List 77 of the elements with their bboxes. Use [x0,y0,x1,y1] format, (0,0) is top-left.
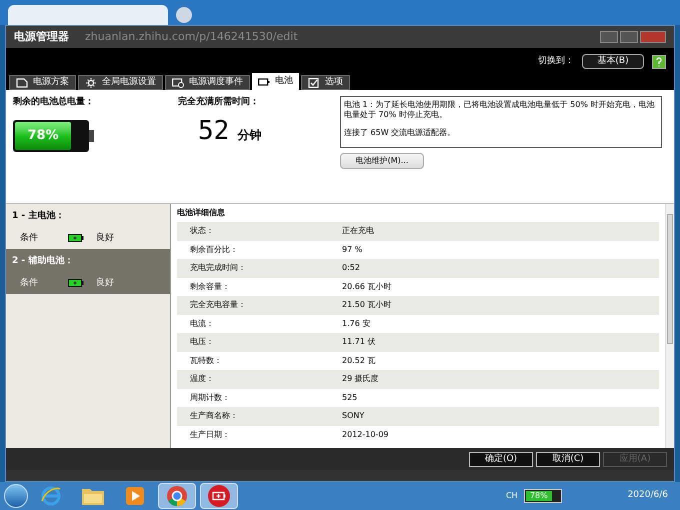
detail-value: 20.66 瓦小时 [342,280,392,293]
condition-label: 条件 [20,232,39,244]
info-text: 连接了 65W 交流电源适配器。 [344,128,456,138]
tab[interactable]: 全局电源设置 [78,75,163,90]
battery-title: 2 - 辅助电池： [12,255,74,268]
clock-screen-icon [172,78,184,88]
detail-value: SONY [342,410,364,422]
detail-value: 正在充电 [342,225,374,238]
charge-time-unit: 分钟 [237,126,262,144]
minimize-button[interactable] [600,31,618,43]
detail-label: 剩余容量： [189,280,231,293]
tab[interactable]: 电池 [252,73,299,90]
folder-icon [81,486,105,506]
chrome-icon [166,485,188,507]
battery-maintenance-button[interactable]: 电池维护(M)... [340,153,424,169]
details-title: 电池详细信息 [177,207,226,219]
battery-title: 1 - 主电池： [12,210,66,223]
charge-time-label: 完全充满所需时间： [178,96,260,109]
battery-list-item[interactable]: 1 - 主电池： 条件 良好 [6,204,170,249]
help-icon[interactable] [652,54,666,68]
detail-label: 生产日期： [189,428,231,441]
battery-icon [68,279,84,288]
language-indicator[interactable]: CH [506,490,518,502]
switch-label: 切换到： [538,54,574,68]
detail-label: 生产商名称： [189,410,239,422]
basic-mode-button[interactable]: 基本(B) [582,54,644,69]
detail-value: 97 % [342,244,362,256]
charge-time-value: 52 [198,118,230,144]
browser-e-icon [40,485,62,507]
detail-label: 电压： [189,336,215,348]
restore-button[interactable] [620,31,638,43]
scrollbar[interactable] [665,204,674,448]
detail-value: 1.76 安 [342,318,370,330]
battery-percent: 78% [28,126,59,145]
gear-icon [85,78,97,88]
detail-label: 周期计数： [189,392,231,404]
condition-label: 条件 [20,276,39,290]
tab[interactable]: 电源调度事件 [165,75,250,90]
detail-value: 525 [342,392,358,404]
tray-battery-text: 78% [530,490,548,502]
battery-app-icon [207,484,231,508]
detail-label: 瓦特数： [189,354,223,367]
remaining-label: 剩余的电池总电量： [13,96,95,109]
detail-label: 温度： [189,373,215,386]
url-text: zhuanlan.zhihu.com/p/146241530/edit [85,28,298,45]
battery-list-item[interactable]: 2 - 辅助电池： 条件 良好 [6,249,170,294]
window-title: 电源管理器 [14,28,69,45]
new-tab-button[interactable] [176,7,192,23]
footer-button[interactable]: 确定(O) [469,452,533,466]
detail-value: 11.71 伏 [342,336,376,348]
condition-value: 良好 [96,276,114,290]
tab[interactable]: 选项 [301,75,350,90]
document-icon [16,78,28,88]
detail-label: 完全充电容量： [189,299,247,312]
condition-value: 良好 [96,232,114,244]
detail-label: 充电完成时间： [189,262,247,274]
detail-value: 2012-10-09 [342,428,388,441]
detail-label: 电流： [189,318,215,330]
detail-value: 29 摄氏度 [342,373,379,386]
start-button[interactable] [4,484,28,508]
detail-label: 剩余百分比： [189,244,239,256]
detail-value: 21.50 瓦小时 [342,299,392,312]
detail-value: 20.52 瓦 [342,354,376,367]
battery-icon [68,234,84,242]
taskbar-button[interactable] [200,483,238,509]
date-text[interactable]: 2020/6/6 [628,489,668,503]
checkbox-icon [308,78,320,88]
tab[interactable]: 电源方案 [9,75,76,90]
detail-value: 0:52 [342,262,360,274]
detail-label: 状态： [189,225,215,238]
battery-icon [258,76,270,86]
footer-button[interactable]: 取消(C) [536,452,600,466]
play-icon [125,486,145,506]
taskbar-button[interactable] [158,483,196,509]
battery-terminal [89,130,94,142]
close-button[interactable] [640,31,666,43]
info-text: 电池 1：为了延长电池使用期限，已将电池设置成电池电量低于 50% 时开始充电，电池电量处于 70% 时停止充电。 [344,100,656,120]
